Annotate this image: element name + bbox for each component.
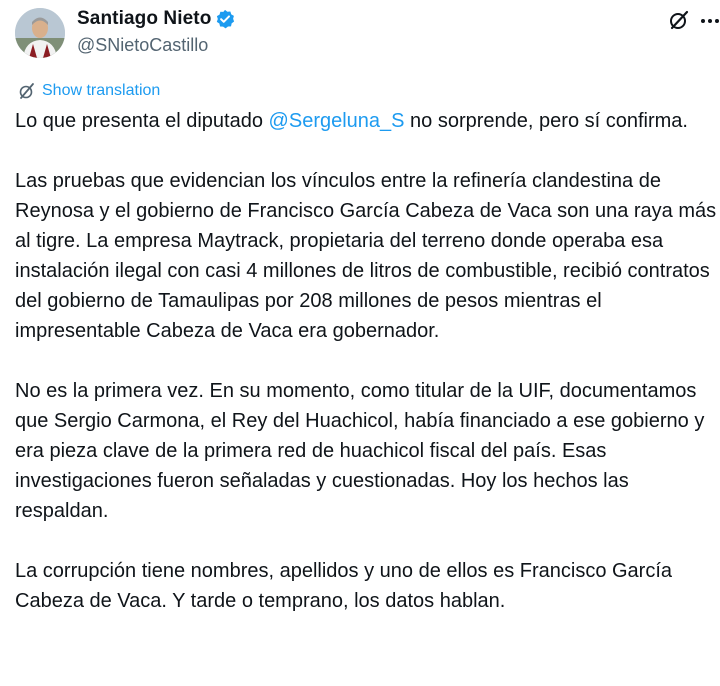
tweet-paragraph-4: La corrupción tiene nombres, apellidos y… [15,560,673,612]
more-icon[interactable] [699,9,720,31]
tweet-paragraph-2: Las pruebas que evidencian los vínculos … [15,170,717,342]
author-handle[interactable]: @SNietoCastillo [77,35,208,56]
grok-icon[interactable] [668,9,690,31]
tweet-paragraph-1: Lo que presenta el diputado @Sergeluna_S… [15,106,720,136]
translate-icon [19,83,34,99]
author-name[interactable]: Santiago Nieto [77,8,211,30]
tweet-text-intro: Lo que presenta el diputado [15,110,269,132]
tweet-paragraph-3: No es la primera vez. En su momento, com… [15,380,705,522]
verified-badge-icon [217,9,235,29]
tweet-header: Santiago Nieto @SNietoCastillo [0,0,720,70]
tweet-text-intro-end: no sorprende, pero sí confirma. [404,110,688,132]
show-translation-label: Show translation [42,82,161,99]
avatar-image [15,8,65,58]
tweet-text: Lo que presenta el diputado @Sergeluna_S… [15,106,720,646]
avatar[interactable] [15,8,65,58]
show-translation-button[interactable]: Show translation [18,82,160,100]
mention-link[interactable]: @Sergeluna_S [269,110,405,132]
author-name-row: Santiago Nieto [77,8,235,30]
